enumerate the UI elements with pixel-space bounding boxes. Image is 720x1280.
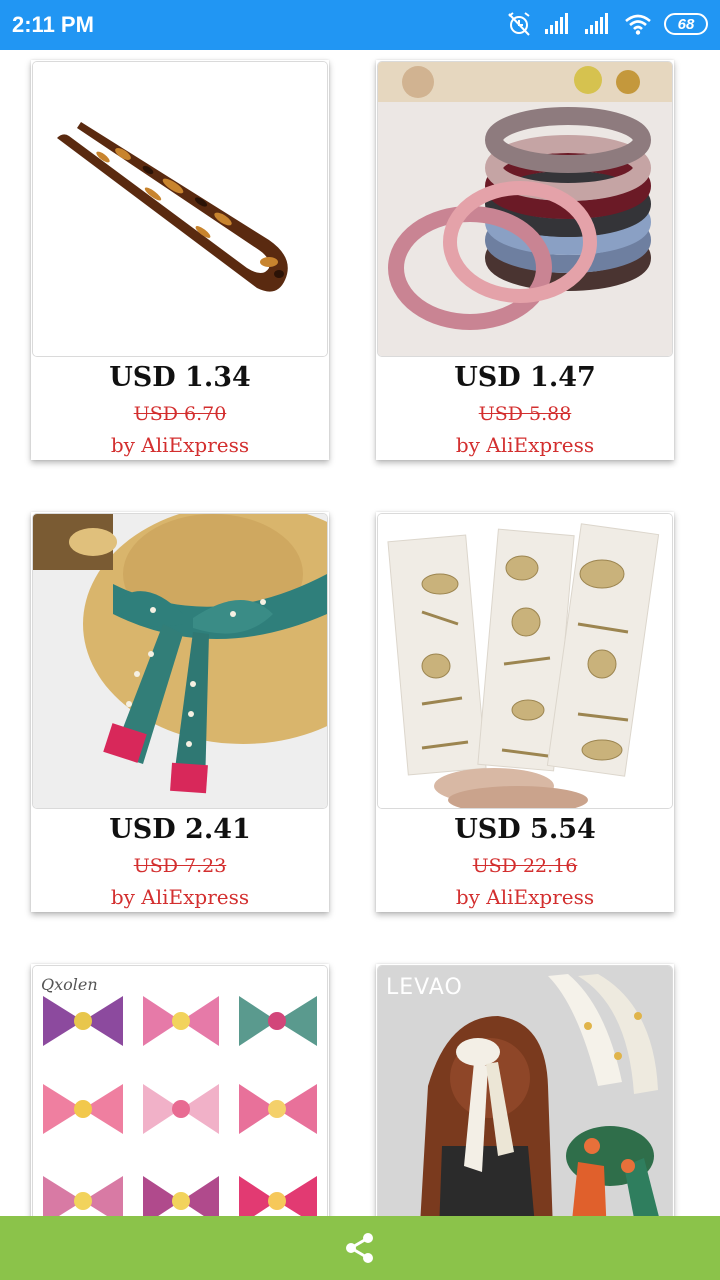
signal-icon-2 [585, 13, 608, 34]
alarm-off-icon [508, 12, 530, 36]
hair-bows-image: Qxolen [33, 966, 327, 1216]
status-icons: 68 [506, 11, 708, 37]
product-seller: by AliExpress [110, 433, 250, 457]
signal-icon [545, 13, 568, 34]
tortoiseshell-hair-pin-image [33, 62, 327, 356]
hair-scarf-ribbon-image [33, 514, 327, 808]
scrunchie-brand-text: LEVAO [386, 975, 463, 1000]
product-price: USD 2.41 [109, 814, 251, 845]
product-card[interactable]: USD 1.34 USD 6.70 by AliExpress [31, 60, 329, 460]
rhinestone-hair-clips-image [378, 514, 672, 808]
product-card[interactable]: USD 5.54 USD 22.16 by AliExpress [376, 512, 674, 912]
product-image[interactable] [33, 62, 327, 356]
status-bar: 2:11 PM 68 [0, 0, 720, 50]
product-price: USD 1.34 [109, 362, 251, 393]
product-image[interactable] [378, 62, 672, 356]
product-card[interactable]: LEVAO [376, 964, 674, 1216]
product-seller: by AliExpress [110, 885, 250, 909]
product-grid: USD 1.34 USD 6.70 by AliExpress USD 1.47… [0, 50, 720, 1216]
battery-icon: 68 [664, 13, 708, 35]
product-image[interactable]: LEVAO [378, 966, 672, 1216]
product-original-price: USD 5.88 [478, 403, 572, 425]
wifi-icon [625, 14, 651, 35]
product-price: USD 1.47 [454, 362, 596, 393]
product-image[interactable]: Qxolen [33, 966, 327, 1216]
bows-brand-text: Qxolen [41, 975, 98, 994]
product-seller: by AliExpress [455, 433, 595, 457]
product-price: USD 5.54 [454, 814, 596, 845]
product-card[interactable]: Qxolen [31, 964, 329, 1216]
product-original-price: USD 22.16 [472, 855, 578, 877]
product-original-price: USD 7.23 [133, 855, 227, 877]
share-icon[interactable] [342, 1230, 378, 1266]
product-image[interactable] [33, 514, 327, 808]
product-card[interactable]: USD 2.41 USD 7.23 by AliExpress [31, 512, 329, 912]
status-time: 2:11 PM [12, 12, 94, 37]
product-card[interactable]: USD 1.47 USD 5.88 by AliExpress [376, 60, 674, 460]
elastic-hair-ties-image [378, 62, 672, 356]
product-original-price: USD 6.70 [133, 403, 227, 425]
bottom-bar [0, 1216, 720, 1280]
scarf-scrunchies-image: LEVAO [378, 966, 672, 1216]
product-seller: by AliExpress [455, 885, 595, 909]
product-image[interactable] [378, 514, 672, 808]
